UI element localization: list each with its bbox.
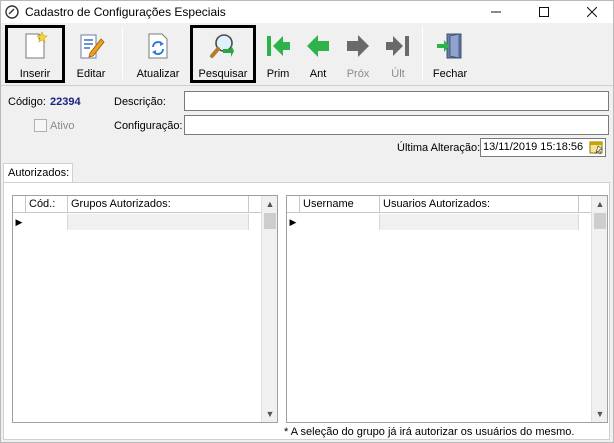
ativo-checkbox[interactable] [34,119,47,132]
usuarios-cell-username[interactable] [300,214,380,230]
editar-button[interactable]: Editar [67,25,115,83]
maximize-button[interactable] [527,1,561,23]
usuarios-cell-nome[interactable] [380,214,579,230]
fechar-button[interactable]: Fechar [427,25,473,83]
ult-label: Últ [391,68,405,80]
ultima-alteracao-value: 13/11/2019 15:18:56 [483,141,584,153]
codigo-value: 22394 [50,96,81,108]
scroll-thumb[interactable] [264,213,276,229]
atualizar-button[interactable]: Atualizar [131,25,185,83]
grupos-cell-nome[interactable] [68,214,249,230]
usuarios-grid: Username Usuarios Autorizados: ▶ ▲ ▼ [286,195,608,423]
scroll-down-icon[interactable]: ▼ [592,406,608,422]
scroll-up-icon[interactable]: ▲ [592,196,608,212]
new-document-icon [25,31,48,59]
minimize-button[interactable] [479,1,513,23]
ant-button[interactable]: Ant [299,25,337,83]
calendar-icon[interactable] [589,140,604,155]
exit-door-icon [437,33,462,59]
last-record-icon [386,36,409,56]
toolbar-divider [1,85,613,86]
scroll-up-icon[interactable]: ▲ [262,196,278,212]
first-record-icon [267,36,290,56]
prox-label: Próx [346,68,370,80]
descricao-field[interactable] [184,91,609,111]
editar-label: Editar [76,68,106,80]
usuarios-col-nome[interactable]: Usuarios Autorizados: [380,196,579,213]
prox-button[interactable]: Próx [339,25,377,83]
codigo-label: Código: [8,96,46,108]
inserir-label: Inserir [19,68,51,80]
maximize-icon [539,7,549,17]
current-row-icon: ▶ [289,217,297,227]
configuracoes-window: Cadastro de Configurações Especiais Inse… [0,0,614,443]
configuracao-field[interactable] [184,115,609,135]
prim-button[interactable]: Prim [259,25,297,83]
close-button[interactable] [575,1,609,23]
fechar-label: Fechar [432,68,468,80]
ativo-label: Ativo [50,120,75,132]
ultima-alteracao-label: Última Alteração: [397,142,481,154]
search-icon [210,34,234,58]
next-record-icon [347,35,369,57]
usuarios-col-username[interactable]: Username [300,196,380,213]
app-icon [5,5,19,19]
grupos-vertical-scrollbar[interactable]: ▲ ▼ [261,196,277,422]
descricao-label: Descrição: [114,96,166,108]
grupos-indicator-header [13,196,26,213]
grupos-grid: Cód.: Grupos Autorizados: ▶ ▲ ▼ [12,195,278,423]
pesquisar-button[interactable]: Pesquisar [190,25,256,83]
title-bar: Cadastro de Configurações Especiais [1,1,613,23]
previous-record-icon [307,35,329,57]
current-row-icon: ▶ [15,217,23,227]
table-row[interactable]: ▶ [287,214,591,230]
selection-note: * A seleção do grupo já irá autorizar os… [284,426,575,438]
minimize-icon [491,11,501,13]
atualizar-label: Atualizar [136,68,180,80]
usuarios-vertical-scrollbar[interactable]: ▲ ▼ [591,196,607,422]
toolbar-separator [122,27,123,79]
grupos-col-cod[interactable]: Cód.: [26,196,68,213]
ult-button[interactable]: Últ [379,25,417,83]
ultima-alteracao-field: 13/11/2019 15:18:56 [480,138,606,157]
tab-autorizados[interactable]: Autorizados: [3,163,73,183]
window-title: Cadastro de Configurações Especiais [25,5,226,19]
usuarios-indicator-header [287,196,300,213]
configuracao-label: Configuração: [114,120,183,132]
ant-label: Ant [309,68,327,80]
pesquisar-label: Pesquisar [198,68,248,80]
close-icon [586,6,598,18]
grupos-col-nome[interactable]: Grupos Autorizados: [68,196,249,213]
toolbar: Inserir Editar Atualizar Pesquisar Prim … [1,23,613,85]
grupos-cell-cod[interactable] [26,214,68,230]
inserir-button[interactable]: Inserir [5,25,65,83]
toolbar-separator [422,27,423,79]
usuarios-grid-header: Username Usuarios Autorizados: [287,196,591,213]
scroll-thumb[interactable] [594,213,606,229]
autorizados-panel: Cód.: Grupos Autorizados: ▶ ▲ ▼ Username… [3,182,610,440]
grupos-grid-header: Cód.: Grupos Autorizados: [13,196,261,213]
refresh-document-icon [148,33,168,59]
scroll-down-icon[interactable]: ▼ [262,406,278,422]
prim-label: Prim [266,68,290,80]
edit-document-icon [80,34,105,59]
table-row[interactable]: ▶ [13,214,261,230]
